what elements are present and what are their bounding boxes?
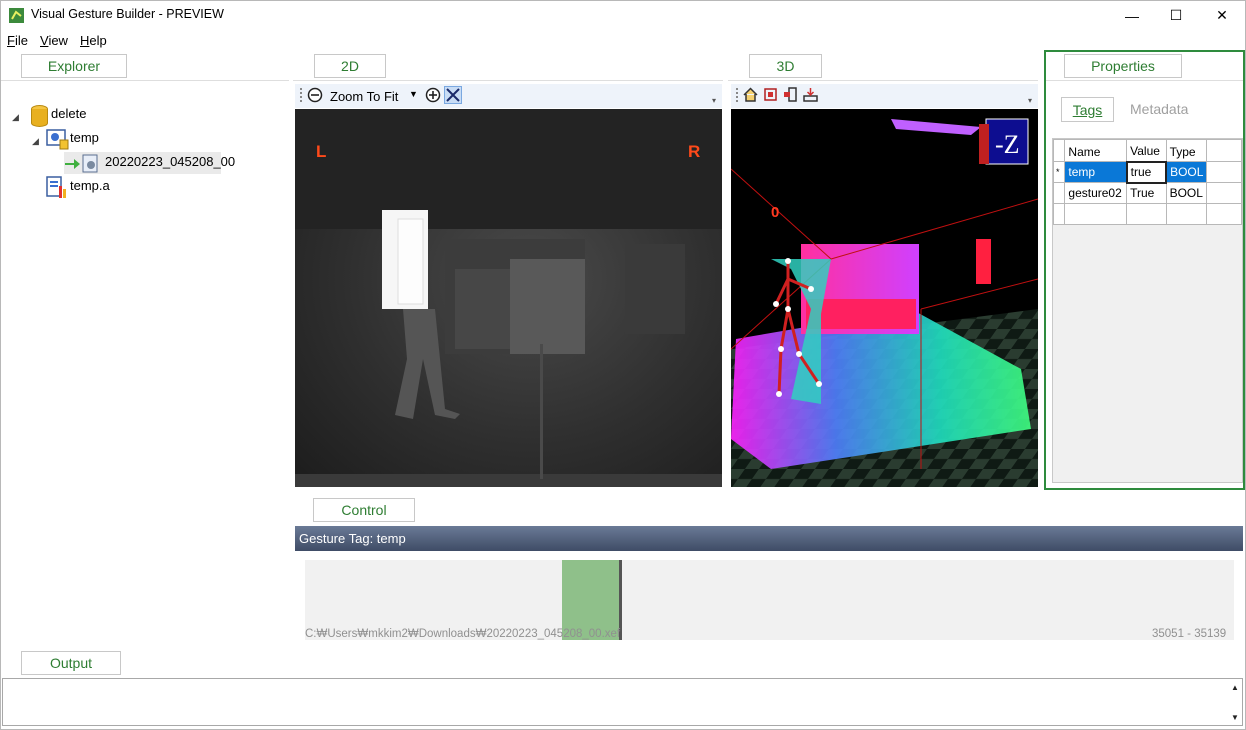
toolbar-grip xyxy=(736,88,739,102)
analysis-icon xyxy=(46,176,66,198)
axis-label: -Z xyxy=(995,130,1020,159)
row-marker: * xyxy=(1052,161,1066,183)
tree-item-temp-a[interactable]: temp.a xyxy=(70,178,110,193)
expand-arrow-icon[interactable]: ◢ xyxy=(12,112,19,123)
minimize-button[interactable]: — xyxy=(1109,1,1155,30)
tag-type-cell[interactable]: BOOL xyxy=(1165,182,1208,204)
view-3d-divider xyxy=(728,80,1038,81)
table-row-new[interactable] xyxy=(1052,203,1242,225)
grid-filler-cell xyxy=(1206,161,1242,183)
maximize-button[interactable]: ☐ xyxy=(1153,1,1199,30)
window-title: Visual Gesture Builder - PREVIEW xyxy=(31,7,224,21)
properties-divider xyxy=(1046,80,1243,81)
clip-file-path: C:₩Users₩mkkim2₩Downloads₩20220223_04520… xyxy=(305,628,621,640)
front-view-icon[interactable] xyxy=(763,87,778,102)
control-tab[interactable]: Control xyxy=(313,498,415,522)
zoom-in-icon[interactable] xyxy=(425,87,441,103)
zoom-out-icon[interactable] xyxy=(307,87,323,103)
left-marker: L xyxy=(316,142,327,161)
gesture-tag-bar: Gesture Tag: temp xyxy=(295,526,1243,551)
output-tab[interactable]: Output xyxy=(21,651,121,675)
tree-item-clip[interactable]: 20220223_045208_00 xyxy=(105,154,235,169)
properties-tab[interactable]: Properties xyxy=(1064,54,1182,78)
row-marker xyxy=(1052,203,1066,225)
menu-help[interactable]: Help xyxy=(80,33,107,48)
explorer-divider xyxy=(1,80,289,81)
view-3d-tab[interactable]: 3D xyxy=(749,54,822,78)
zoom-label[interactable]: Zoom To Fit xyxy=(330,89,398,104)
point-cloud-scene xyxy=(731,118,1038,487)
tags-table: Name Value Type * temp true BOOL gesture… xyxy=(1052,139,1242,225)
grid-filler-cell xyxy=(1206,182,1242,204)
side-view-icon[interactable] xyxy=(783,87,798,102)
menu-file[interactable]: File xyxy=(7,33,28,48)
tag-type-cell[interactable]: BOOL xyxy=(1165,161,1208,183)
frame-range: 35051 - 35139 xyxy=(1152,628,1227,640)
menu-bar xyxy=(1,31,1245,49)
right-marker: R xyxy=(688,142,701,161)
fit-button[interactable] xyxy=(444,86,462,104)
tree-item-temp[interactable]: temp xyxy=(70,130,99,145)
grid-header-row: Name Value Type xyxy=(1052,139,1242,162)
point-cloud-view[interactable] xyxy=(731,109,1038,487)
app-icon xyxy=(9,8,24,23)
explorer-tab[interactable]: Explorer xyxy=(21,54,127,78)
close-icon: ✕ xyxy=(1216,7,1228,23)
project-icon xyxy=(46,129,69,150)
minimize-icon: — xyxy=(1125,7,1139,24)
grid-filler-cell xyxy=(1206,203,1242,225)
menu-view[interactable]: View xyxy=(40,33,68,48)
tag-value-cell[interactable]: true xyxy=(1125,160,1168,184)
toolbar-overflow-icon[interactable]: ▾ xyxy=(1028,96,1032,105)
close-button[interactable]: ✕ xyxy=(1199,1,1245,30)
column-name-header[interactable]: Name xyxy=(1064,139,1128,162)
view-2d-tab[interactable]: 2D xyxy=(314,54,386,78)
grid-corner-cell xyxy=(1052,139,1066,162)
zoom-dropdown-icon[interactable]: ▼ xyxy=(409,89,418,99)
tags-grid: Name Value Type * temp true BOOL gesture… xyxy=(1052,138,1243,483)
toolbar-grip xyxy=(300,88,303,102)
output-log[interactable] xyxy=(2,678,1243,726)
clip-icon xyxy=(65,154,98,173)
table-row[interactable]: gesture02 True BOOL xyxy=(1052,182,1242,204)
tag-name-cell[interactable]: temp xyxy=(1064,161,1128,183)
tab-metadata[interactable]: Metadata xyxy=(1130,101,1188,117)
fit-to-window-icon xyxy=(446,88,460,102)
tag-name-cell[interactable]: gesture02 xyxy=(1064,182,1128,204)
tag-name-cell[interactable] xyxy=(1064,203,1128,225)
home-icon[interactable] xyxy=(743,87,758,102)
depth-image-view[interactable] xyxy=(295,109,722,487)
tag-value-cell[interactable]: True xyxy=(1126,182,1167,204)
maximize-icon: ☐ xyxy=(1169,7,1183,23)
column-value-header[interactable]: Value xyxy=(1126,139,1167,162)
column-type-header[interactable]: Type xyxy=(1165,139,1208,162)
frame-label: 0 xyxy=(771,204,780,221)
grid-filler-cell xyxy=(1206,139,1242,162)
table-row[interactable]: * temp true BOOL xyxy=(1052,160,1242,184)
tag-type-cell[interactable] xyxy=(1165,203,1208,225)
database-icon xyxy=(31,105,48,127)
top-view-icon[interactable] xyxy=(803,87,818,102)
tree-item-delete[interactable]: delete xyxy=(51,106,86,121)
view-2d-divider xyxy=(293,80,723,81)
tab-tags[interactable]: Tags xyxy=(1061,97,1114,122)
tag-value-cell[interactable] xyxy=(1126,203,1167,225)
scroll-down-icon[interactable]: ▼ xyxy=(1231,713,1239,722)
row-marker xyxy=(1052,182,1066,204)
expand-arrow-icon[interactable]: ◢ xyxy=(32,136,39,147)
scroll-up-icon[interactable]: ▲ xyxy=(1231,683,1239,692)
toolbar-overflow-icon[interactable]: ▾ xyxy=(712,96,716,105)
depth-scene-image xyxy=(295,109,722,487)
